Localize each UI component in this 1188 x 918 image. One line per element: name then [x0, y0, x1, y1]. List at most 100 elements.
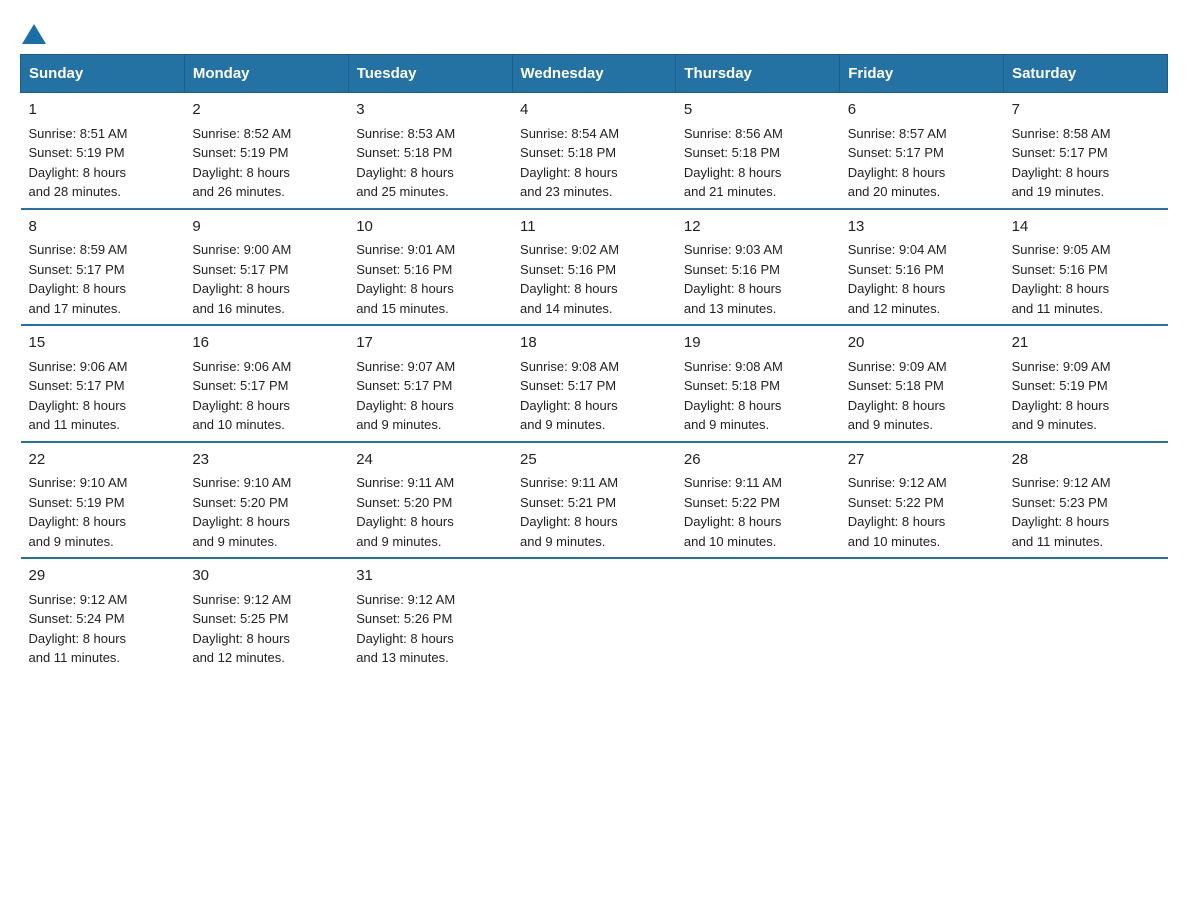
header-wednesday: Wednesday — [512, 55, 676, 93]
logo-triangle-icon — [22, 24, 46, 44]
day-sunrise: Sunrise: 8:59 AM — [29, 242, 128, 257]
day-sunset: Sunset: 5:17 PM — [29, 378, 125, 393]
day-daylight: Daylight: 8 hoursand 9 minutes. — [520, 514, 618, 549]
day-daylight: Daylight: 8 hoursand 26 minutes. — [192, 165, 290, 200]
day-number: 16 — [192, 332, 340, 355]
day-number: 25 — [520, 449, 668, 472]
day-sunrise: Sunrise: 9:10 AM — [192, 475, 291, 490]
calendar-cell: 28 Sunrise: 9:12 AM Sunset: 5:23 PM Dayl… — [1004, 442, 1168, 559]
day-sunset: Sunset: 5:16 PM — [356, 262, 452, 277]
calendar-cell: 25 Sunrise: 9:11 AM Sunset: 5:21 PM Dayl… — [512, 442, 676, 559]
day-number: 1 — [29, 99, 177, 122]
day-daylight: Daylight: 8 hoursand 9 minutes. — [356, 398, 454, 433]
calendar-cell: 23 Sunrise: 9:10 AM Sunset: 5:20 PM Dayl… — [184, 442, 348, 559]
day-sunset: Sunset: 5:16 PM — [1012, 262, 1108, 277]
calendar-cell: 31 Sunrise: 9:12 AM Sunset: 5:26 PM Dayl… — [348, 558, 512, 674]
calendar-week-row: 15 Sunrise: 9:06 AM Sunset: 5:17 PM Dayl… — [21, 325, 1168, 442]
calendar-cell: 9 Sunrise: 9:00 AM Sunset: 5:17 PM Dayli… — [184, 209, 348, 326]
day-sunset: Sunset: 5:18 PM — [684, 145, 780, 160]
day-sunset: Sunset: 5:19 PM — [1012, 378, 1108, 393]
day-daylight: Daylight: 8 hoursand 19 minutes. — [1012, 165, 1110, 200]
calendar-week-row: 1 Sunrise: 8:51 AM Sunset: 5:19 PM Dayli… — [21, 93, 1168, 209]
day-sunset: Sunset: 5:17 PM — [848, 145, 944, 160]
day-daylight: Daylight: 8 hoursand 20 minutes. — [848, 165, 946, 200]
day-sunset: Sunset: 5:20 PM — [192, 495, 288, 510]
day-sunset: Sunset: 5:24 PM — [29, 611, 125, 626]
calendar-header-row: SundayMondayTuesdayWednesdayThursdayFrid… — [21, 55, 1168, 93]
logo — [20, 20, 48, 44]
day-number: 11 — [520, 216, 668, 239]
calendar-cell — [512, 558, 676, 674]
day-sunset: Sunset: 5:16 PM — [684, 262, 780, 277]
day-daylight: Daylight: 8 hoursand 9 minutes. — [848, 398, 946, 433]
calendar-cell: 7 Sunrise: 8:58 AM Sunset: 5:17 PM Dayli… — [1004, 93, 1168, 209]
day-number: 18 — [520, 332, 668, 355]
day-sunrise: Sunrise: 9:09 AM — [1012, 359, 1111, 374]
day-number: 23 — [192, 449, 340, 472]
day-sunrise: Sunrise: 9:12 AM — [356, 592, 455, 607]
day-daylight: Daylight: 8 hoursand 23 minutes. — [520, 165, 618, 200]
day-sunrise: Sunrise: 9:11 AM — [520, 475, 618, 490]
calendar-cell: 2 Sunrise: 8:52 AM Sunset: 5:19 PM Dayli… — [184, 93, 348, 209]
calendar-cell: 26 Sunrise: 9:11 AM Sunset: 5:22 PM Dayl… — [676, 442, 840, 559]
day-sunset: Sunset: 5:25 PM — [192, 611, 288, 626]
calendar-cell: 8 Sunrise: 8:59 AM Sunset: 5:17 PM Dayli… — [21, 209, 185, 326]
header-thursday: Thursday — [676, 55, 840, 93]
calendar-cell: 18 Sunrise: 9:08 AM Sunset: 5:17 PM Dayl… — [512, 325, 676, 442]
day-sunrise: Sunrise: 8:52 AM — [192, 126, 291, 141]
day-sunset: Sunset: 5:18 PM — [684, 378, 780, 393]
day-number: 31 — [356, 565, 504, 588]
calendar-cell: 14 Sunrise: 9:05 AM Sunset: 5:16 PM Dayl… — [1004, 209, 1168, 326]
day-sunset: Sunset: 5:26 PM — [356, 611, 452, 626]
day-number: 4 — [520, 99, 668, 122]
day-daylight: Daylight: 8 hoursand 10 minutes. — [848, 514, 946, 549]
day-number: 29 — [29, 565, 177, 588]
calendar-cell: 4 Sunrise: 8:54 AM Sunset: 5:18 PM Dayli… — [512, 93, 676, 209]
day-sunset: Sunset: 5:22 PM — [684, 495, 780, 510]
calendar-cell: 30 Sunrise: 9:12 AM Sunset: 5:25 PM Dayl… — [184, 558, 348, 674]
day-sunrise: Sunrise: 9:03 AM — [684, 242, 783, 257]
day-daylight: Daylight: 8 hoursand 11 minutes. — [1012, 281, 1110, 316]
day-sunset: Sunset: 5:23 PM — [1012, 495, 1108, 510]
day-sunset: Sunset: 5:20 PM — [356, 495, 452, 510]
day-sunset: Sunset: 5:19 PM — [29, 495, 125, 510]
day-sunrise: Sunrise: 9:08 AM — [684, 359, 783, 374]
day-daylight: Daylight: 8 hoursand 16 minutes. — [192, 281, 290, 316]
day-sunrise: Sunrise: 8:56 AM — [684, 126, 783, 141]
day-sunrise: Sunrise: 9:12 AM — [192, 592, 291, 607]
day-daylight: Daylight: 8 hoursand 11 minutes. — [29, 398, 127, 433]
day-daylight: Daylight: 8 hoursand 28 minutes. — [29, 165, 127, 200]
day-number: 5 — [684, 99, 832, 122]
day-number: 3 — [356, 99, 504, 122]
day-number: 19 — [684, 332, 832, 355]
day-sunset: Sunset: 5:17 PM — [520, 378, 616, 393]
calendar-week-row: 8 Sunrise: 8:59 AM Sunset: 5:17 PM Dayli… — [21, 209, 1168, 326]
header-tuesday: Tuesday — [348, 55, 512, 93]
day-sunset: Sunset: 5:17 PM — [356, 378, 452, 393]
day-sunset: Sunset: 5:17 PM — [1012, 145, 1108, 160]
day-sunset: Sunset: 5:18 PM — [848, 378, 944, 393]
calendar-cell: 20 Sunrise: 9:09 AM Sunset: 5:18 PM Dayl… — [840, 325, 1004, 442]
header-friday: Friday — [840, 55, 1004, 93]
day-number: 14 — [1012, 216, 1160, 239]
day-daylight: Daylight: 8 hoursand 14 minutes. — [520, 281, 618, 316]
day-sunset: Sunset: 5:22 PM — [848, 495, 944, 510]
page-header — [20, 20, 1168, 44]
day-sunrise: Sunrise: 9:08 AM — [520, 359, 619, 374]
header-sunday: Sunday — [21, 55, 185, 93]
day-daylight: Daylight: 8 hoursand 9 minutes. — [684, 398, 782, 433]
day-daylight: Daylight: 8 hoursand 12 minutes. — [848, 281, 946, 316]
calendar-cell: 6 Sunrise: 8:57 AM Sunset: 5:17 PM Dayli… — [840, 93, 1004, 209]
calendar-cell: 3 Sunrise: 8:53 AM Sunset: 5:18 PM Dayli… — [348, 93, 512, 209]
calendar-cell: 21 Sunrise: 9:09 AM Sunset: 5:19 PM Dayl… — [1004, 325, 1168, 442]
day-number: 22 — [29, 449, 177, 472]
day-daylight: Daylight: 8 hoursand 13 minutes. — [356, 631, 454, 666]
day-sunrise: Sunrise: 9:02 AM — [520, 242, 619, 257]
day-number: 21 — [1012, 332, 1160, 355]
day-number: 17 — [356, 332, 504, 355]
day-sunrise: Sunrise: 9:10 AM — [29, 475, 128, 490]
day-daylight: Daylight: 8 hoursand 11 minutes. — [1012, 514, 1110, 549]
day-sunset: Sunset: 5:19 PM — [29, 145, 125, 160]
calendar-cell: 24 Sunrise: 9:11 AM Sunset: 5:20 PM Dayl… — [348, 442, 512, 559]
day-sunrise: Sunrise: 9:04 AM — [848, 242, 947, 257]
